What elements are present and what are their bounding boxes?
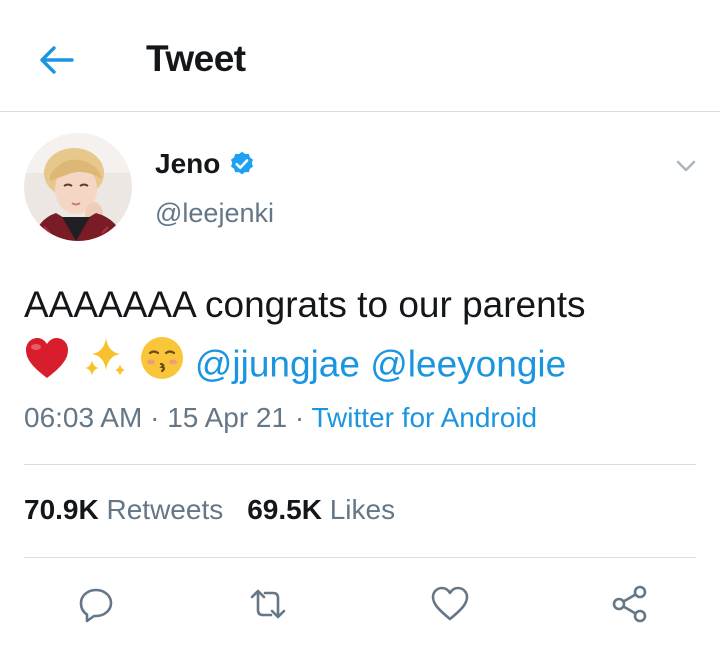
- like-icon: [431, 586, 469, 621]
- sparkles-icon: [80, 334, 128, 399]
- divider: [24, 464, 696, 465]
- likes-stat[interactable]: 69.5K Likes: [247, 494, 395, 525]
- tweet-body: AAAAAAA congrats to our parents: [24, 284, 586, 325]
- author-name: Jeno: [155, 148, 221, 179]
- avatar[interactable]: [24, 133, 132, 241]
- divider: [24, 557, 696, 558]
- mention-link[interactable]: @jjungjae: [195, 343, 360, 384]
- tweet-source-link[interactable]: Twitter for Android: [311, 402, 537, 433]
- likes-count: 69.5K: [247, 494, 322, 525]
- avatar-photo: [24, 133, 132, 241]
- tweet-action-bar: [0, 580, 720, 628]
- retweet-button[interactable]: [244, 580, 292, 628]
- tweet-text: AAAAAAA congrats to our parents @jjungja…: [24, 276, 704, 399]
- share-icon: [612, 585, 647, 623]
- tweet-meta: 06:03 AM · 15 Apr 21 · Twitter for Andro…: [24, 402, 537, 434]
- retweets-count: 70.9K: [24, 494, 99, 525]
- share-button[interactable]: [606, 580, 654, 628]
- like-button[interactable]: [426, 580, 474, 628]
- reply-button[interactable]: [72, 580, 120, 628]
- chevron-down-icon[interactable]: [672, 152, 700, 180]
- page-title: Tweet: [146, 38, 246, 79]
- retweets-stat[interactable]: 70.9K Retweets: [24, 494, 223, 525]
- tweet-time: 06:03 AM: [24, 402, 143, 433]
- arrow-left-icon: [40, 46, 74, 74]
- retweets-label: Retweets: [106, 494, 224, 525]
- author-handle[interactable]: @leejenki: [155, 198, 274, 229]
- tweet-date: 15 Apr 21: [167, 402, 288, 433]
- app-header: Tweet: [0, 0, 720, 112]
- mention-link[interactable]: @leeyongie: [370, 343, 566, 384]
- meta-separator: ·: [150, 402, 160, 433]
- kissing-face-icon: [139, 335, 185, 398]
- back-button[interactable]: [32, 36, 80, 84]
- red-heart-icon: [24, 336, 70, 397]
- author-name-row[interactable]: Jeno: [155, 148, 256, 180]
- retweet-icon: [250, 589, 286, 619]
- verified-badge-icon: [231, 151, 254, 175]
- meta-separator: ·: [294, 402, 305, 433]
- reply-icon: [79, 588, 113, 623]
- tweet-stats: 70.9K Retweets 69.5K Likes: [24, 494, 395, 526]
- likes-label: Likes: [329, 494, 396, 525]
